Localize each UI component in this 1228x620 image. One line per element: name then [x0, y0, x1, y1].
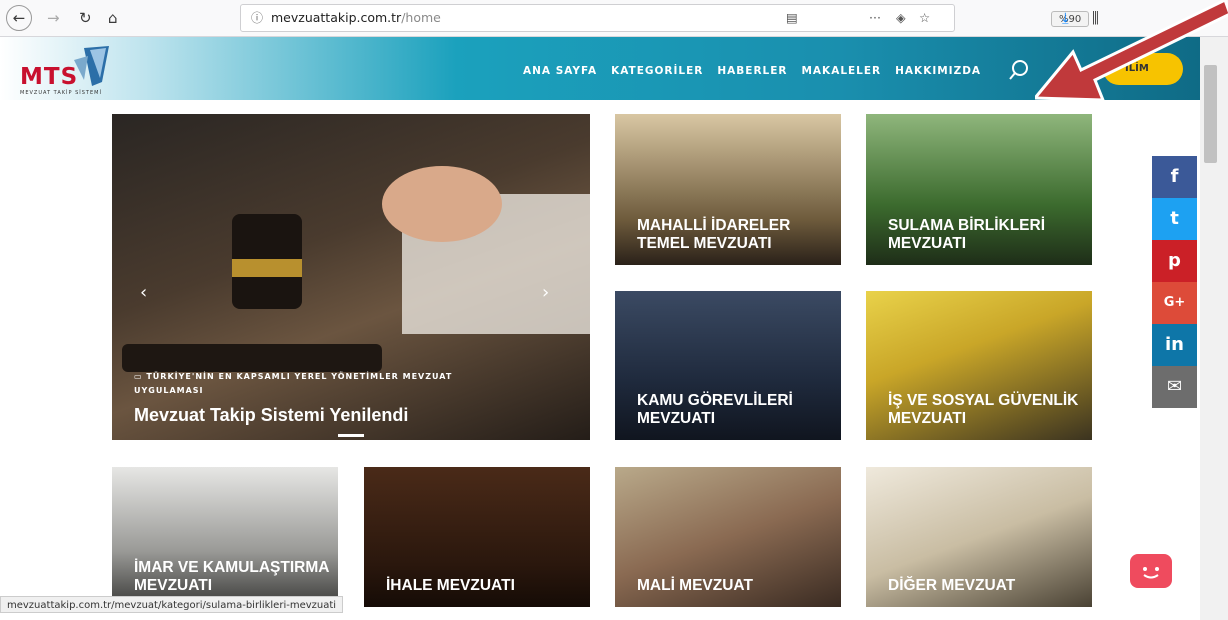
chat-face-icon — [1143, 567, 1159, 579]
tile-mahalli[interactable]: MAHALLİ İDARELER TEMEL MEVZUATI — [615, 114, 841, 265]
pocket-icon[interactable]: ◈ — [896, 5, 906, 31]
address-bar[interactable]: ⓘ mevzuattakip.com.tr/home %90 ▤ ··· ◈ ☆ — [240, 4, 1090, 32]
menu-item-articles[interactable]: MAKALELER — [801, 65, 881, 77]
tile-title: DİĞER MEVZUAT — [888, 577, 1016, 594]
page-scrollbar[interactable] — [1200, 37, 1228, 620]
home-icon[interactable]: ⌂ — [108, 7, 118, 29]
tile-imar[interactable]: İMAR VE KAMULAŞTIRMA MEVZUATI — [112, 467, 338, 607]
hero-meta: ▭ TÜRKİYE'NİN EN KAPSAMLI YEREL YÖNETİML… — [134, 372, 453, 395]
site-logo[interactable]: MTS MEVZUAT TAKİP SİSTEMİ — [14, 42, 124, 97]
search-icon[interactable] — [1008, 59, 1030, 81]
reader-icon[interactable]: ▤ — [786, 5, 798, 31]
twitter-icon[interactable]: t — [1152, 198, 1197, 240]
prev-slide-icon[interactable]: ‹ — [140, 282, 147, 303]
main-menu: ANA SAYFA KATEGORİLER HABERLER MAKALELER HAK… — [523, 65, 995, 77]
tile-is-sosyal[interactable]: İŞ VE SOSYAL GÜVENLİK MEVZUATI — [866, 291, 1092, 440]
bookmark-star-icon[interactable]: ☆ — [919, 5, 930, 31]
facebook-icon[interactable]: f — [1152, 156, 1197, 198]
scrollbar-thumb[interactable] — [1204, 65, 1217, 163]
tile-title: İŞ VE SOSYAL GÜVENLİK MEVZUATI — [888, 392, 1079, 427]
tile-kamu[interactable]: KAMU GÖREVLİLERİ MEVZUATI — [615, 291, 841, 440]
hero-title[interactable]: Mevzuat Takip Sistemi Yenilendi — [134, 405, 408, 426]
tile-diger[interactable]: DİĞER MEVZUAT — [866, 467, 1092, 607]
tile-sulama[interactable]: SULAMA BİRLİKLERİ MEVZUATI — [866, 114, 1092, 265]
forward-icon[interactable]: → — [47, 7, 60, 29]
slide-indicator[interactable] — [338, 434, 364, 437]
menu-item-news[interactable]: HABERLER — [717, 65, 787, 77]
tile-title: İHALE MEVZUATI — [386, 577, 515, 594]
tile-mali[interactable]: MALİ MEVZUAT — [615, 467, 841, 607]
google-plus-icon[interactable]: G+ — [1152, 282, 1197, 324]
status-bar: mevzuattakip.com.tr/mevzuat/kategori/sul… — [0, 596, 344, 613]
pinterest-icon[interactable]: p — [1152, 240, 1197, 282]
chat-icon[interactable] — [1130, 554, 1172, 588]
reload-icon[interactable]: ↻ — [79, 7, 92, 29]
more-icon[interactable]: ··· — [869, 5, 881, 31]
logo-subtitle: MEVZUAT TAKİP SİSTEMİ — [20, 90, 102, 96]
back-icon[interactable]: ← — [6, 5, 32, 31]
url-host: mevzuattakip.com.tr — [271, 10, 402, 25]
logo-text: MTS — [20, 64, 79, 90]
linkedin-icon[interactable]: in — [1152, 324, 1197, 366]
tile-title: İMAR VE KAMULAŞTIRMA MEVZUATI — [134, 559, 329, 594]
next-slide-icon[interactable]: › — [542, 282, 549, 303]
info-icon[interactable]: ⓘ — [251, 5, 263, 31]
tile-ihale[interactable]: İHALE MEVZUATI — [364, 467, 590, 607]
tile-title: MAHALLİ İDARELER TEMEL MEVZUATI — [637, 217, 791, 252]
menu-item-about[interactable]: HAKKIMIZDA — [895, 65, 981, 77]
hero-slide[interactable]: ‹ › ▭ TÜRKİYE'NİN EN KAPSAMLI YEREL YÖNE… — [112, 114, 590, 440]
tile-title: SULAMA BİRLİKLERİ MEVZUATI — [888, 217, 1045, 252]
hero-meta-text: TÜRKİYE'NİN EN KAPSAMLI YEREL YÖNETİMLER… — [134, 372, 453, 395]
menu-item-home[interactable]: ANA SAYFA — [523, 65, 597, 77]
menu-item-categories[interactable]: KATEGORİLER — [611, 65, 703, 77]
url-path: /home — [401, 10, 441, 25]
tile-title: KAMU GÖREVLİLERİ MEVZUATI — [637, 392, 793, 427]
site-header: MTS MEVZUAT TAKİP SİSTEMİ ANA SAYFA KATEG… — [0, 37, 1200, 100]
email-icon[interactable]: ✉ — [1152, 366, 1197, 408]
tile-title: MALİ MEVZUAT — [637, 577, 753, 594]
